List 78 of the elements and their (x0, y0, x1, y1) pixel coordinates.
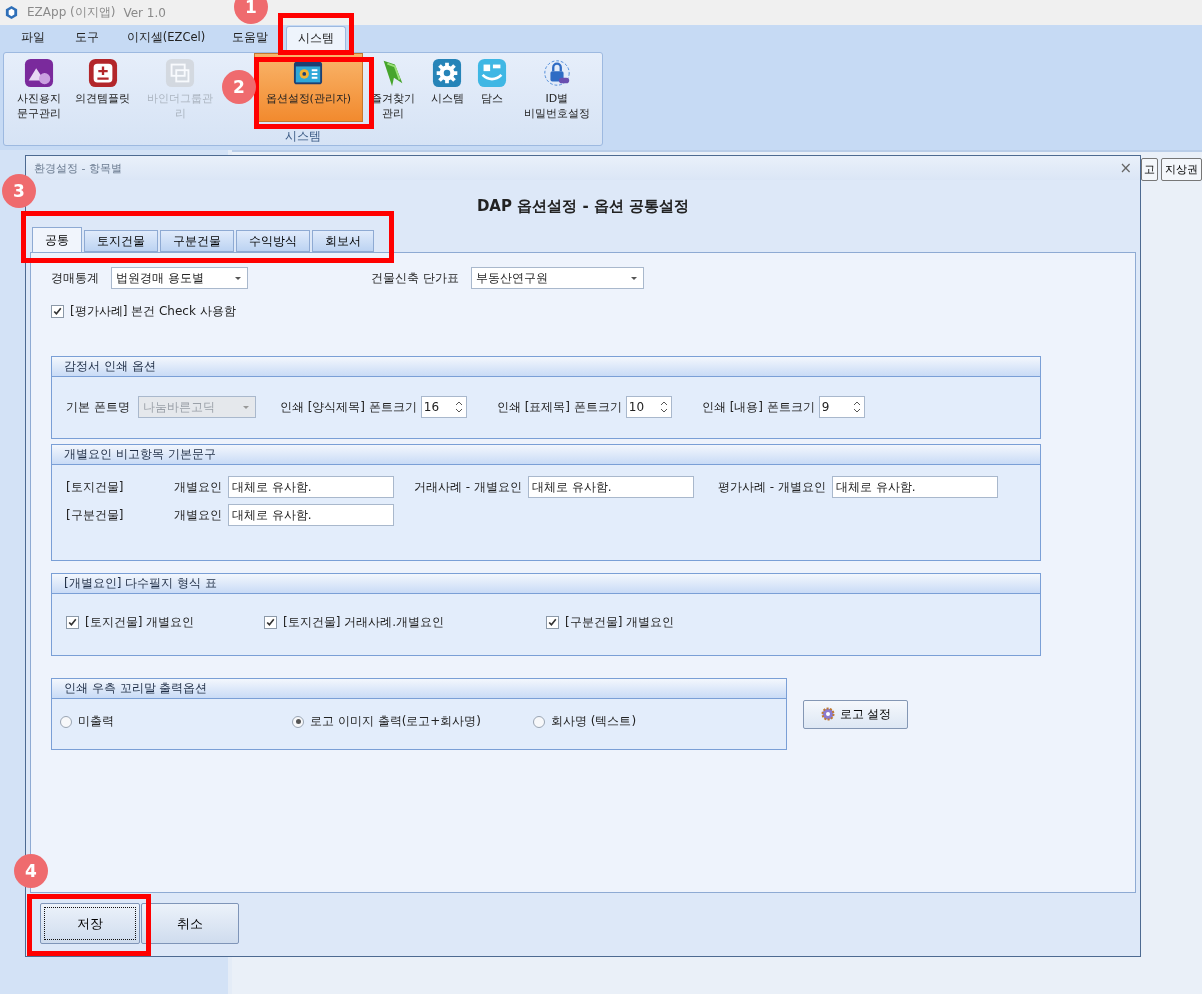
menu-tab[interactable]: 도구 (64, 25, 110, 52)
field-label: 기본 폰트명 (66, 398, 130, 416)
radio-button[interactable] (60, 715, 72, 728)
logo-settings-button[interactable]: 로고 설정 (803, 699, 908, 729)
app-logo-icon (4, 5, 19, 20)
menu-tab[interactable]: 시스템 (286, 26, 346, 52)
dialog-button[interactable]: 저장 (40, 903, 140, 944)
checkbox[interactable] (66, 616, 79, 629)
ribbon-button[interactable]: 사진용지 문구관리 (8, 53, 71, 122)
field-label: 거래사례 - 개별요인 (414, 478, 522, 496)
window-icon (165, 58, 196, 88)
dropdown[interactable]: 부동산연구원 (470, 267, 644, 289)
checkbox-label: [평가사례] 본건 Check 사용함 (70, 303, 236, 320)
tab-button[interactable]: 고 (1141, 158, 1158, 181)
spinner-arrows-icon (455, 401, 462, 413)
version-label: Ver 1.0 (123, 5, 166, 20)
text-field[interactable]: 대체로 유사함. (831, 476, 998, 498)
gear-icon (819, 706, 836, 722)
menu-tab[interactable]: 파일 (10, 25, 56, 52)
tab-button[interactable]: 지상권 (1161, 158, 1202, 181)
tab[interactable]: 회보서 (312, 230, 374, 252)
text-field[interactable]: 대체로 유사함. (228, 504, 394, 526)
mountain-icon (24, 58, 55, 88)
ribbon-button[interactable]: 담스 (472, 53, 512, 122)
checkbox-label: [토지건물] 개별요인 (85, 614, 195, 631)
tab[interactable]: 토지건물 (84, 230, 158, 252)
row-label: [토지건물] (66, 478, 125, 496)
tab[interactable]: 공통 (32, 227, 82, 252)
dialog-button[interactable]: 취소 (141, 903, 239, 944)
field-label: 인쇄 [양식제목] 폰트크기 (279, 398, 417, 416)
group-title: 인쇄 우측 꼬리말 출력옵션 (52, 679, 786, 699)
group-title: 개별요인 비고항목 기본문구 (52, 445, 1040, 465)
text-field[interactable]: 대체로 유사함. (228, 476, 394, 498)
radio-label: 미출력 (78, 713, 114, 730)
gear-icon (432, 58, 463, 88)
ribbon-button[interactable]: 의견템플릿 (70, 53, 136, 122)
dialog-title: 환경설정 - 항목별 (34, 160, 122, 176)
group-title: [개별요인] 다수필지 형식 표 (52, 574, 1040, 594)
spin-box[interactable]: 9 (818, 396, 865, 418)
tab[interactable]: 구분건물 (160, 230, 234, 252)
ribbon-button[interactable]: ID별 비밀번호설정 (511, 53, 602, 122)
spinner-arrows-icon (660, 401, 667, 413)
radio-button[interactable] (292, 715, 304, 728)
close-button[interactable]: × (1119, 159, 1132, 177)
row-label: [구분건물] (66, 506, 125, 524)
checkbox-label: [토지건물] 거래사례.개별요인 (283, 614, 444, 631)
field-label: 건물신축 단가표 (371, 269, 459, 287)
radio-button[interactable] (533, 715, 545, 728)
ribbon-button[interactable]: 시스템 (421, 53, 473, 122)
field-label: 인쇄 [표제목] 폰트크기 (496, 398, 622, 416)
radio-label: 로고 이미지 출력(로고+회사명) (310, 713, 482, 730)
seal-icon (87, 58, 118, 88)
ribbon-group-label: 시스템 (284, 128, 322, 145)
field-label: 평가사례 - 개별요인 (717, 478, 826, 496)
text-field[interactable]: 대체로 유사함. (527, 476, 694, 498)
checkbox[interactable] (51, 305, 64, 318)
dialog-heading: DAP 옵션설정 - 옵션 공통설정 (475, 197, 691, 217)
caret-icon (235, 276, 241, 280)
group-title: 감정서 인쇄 옵션 (52, 357, 1040, 377)
menu-tab[interactable]: 이지셀(EZCel) (118, 25, 214, 52)
checkbox[interactable] (264, 616, 277, 629)
field-label: 경매통계 (51, 269, 99, 287)
checkbox[interactable] (546, 616, 559, 629)
window-title: EZApp (이지앱) (27, 4, 116, 21)
spin-box[interactable]: 16 (420, 396, 467, 418)
caret-icon (242, 405, 249, 409)
checkbox-label: [구분건물] 개별요인 (565, 614, 675, 631)
dropdown[interactable]: 법원경매 용도별 (111, 267, 248, 289)
field-label: 개별요인 (174, 506, 222, 524)
field-label: 개별요인 (174, 478, 222, 496)
caret-icon (630, 276, 637, 280)
radio-label: 회사명 (텍스트) (551, 713, 637, 730)
tab[interactable]: 수익방식 (236, 230, 310, 252)
menu-tab[interactable]: 도움말 (222, 25, 278, 52)
spin-box[interactable]: 10 (625, 396, 672, 418)
field-label: 인쇄 [내용] 폰트크기 (701, 398, 815, 416)
lock-icon (541, 58, 572, 88)
spinner-arrows-icon (853, 401, 860, 413)
